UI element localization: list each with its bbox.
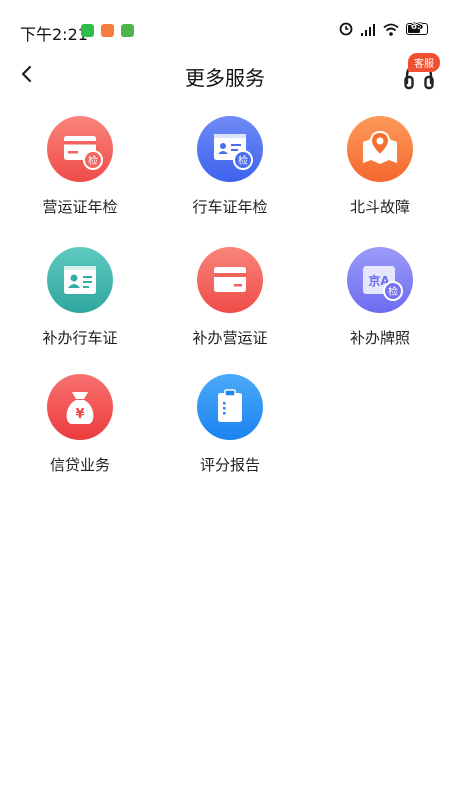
service-icon-bg: [197, 374, 263, 440]
card-icon: [214, 267, 246, 292]
service-label: 营运证年检: [42, 198, 118, 216]
license-plate-icon: 京A 检: [363, 266, 403, 301]
svg-text:检: 检: [388, 285, 398, 298]
header: 更多服务: [0, 50, 450, 100]
battery-level: 65: [410, 22, 424, 32]
service-icon-bg: [347, 116, 413, 182]
wechat-icon: [81, 24, 94, 37]
alarm-clock-icon: [339, 22, 353, 36]
notification-app-icon: [101, 24, 114, 37]
service-reissue-driving-license[interactable]: 补办行车证: [15, 247, 145, 348]
money-bag-icon: ¥: [66, 392, 94, 424]
service-label: 行车证年检: [192, 198, 268, 216]
service-reissue-operating-permit[interactable]: 补办营运证: [165, 247, 295, 348]
service-label: 补办行车证: [42, 329, 118, 347]
service-icon-bg: 京A 检: [347, 247, 413, 313]
page-title: 更多服务: [185, 66, 265, 90]
service-reissue-license-plate[interactable]: 京A 检 补办牌照: [315, 247, 445, 348]
svg-text:¥: ¥: [75, 407, 84, 422]
service-label: 补办营运证: [192, 329, 268, 347]
id-card-icon: [64, 266, 96, 294]
service-credit-business[interactable]: ¥ 信贷业务: [15, 374, 145, 475]
service-icon-bg: [197, 247, 263, 313]
service-annual-inspection-driving-license[interactable]: 检 行车证年检: [165, 116, 295, 217]
service-label: 评分报告: [199, 456, 260, 474]
service-label: 信贷业务: [49, 456, 110, 474]
service-label: 北斗故障: [349, 198, 410, 216]
service-label: 补办牌照: [349, 329, 410, 347]
report-icon: [218, 389, 242, 422]
wifi-icon: [383, 23, 399, 36]
id-card-check-icon: 检: [214, 134, 253, 170]
status-time: 下午2:21: [20, 25, 88, 44]
service-icon-bg: ¥: [47, 374, 113, 440]
service-icon-bg: [47, 247, 113, 313]
service-score-report[interactable]: 评分报告: [165, 374, 295, 475]
service-icon-bg: 检: [197, 116, 263, 182]
customer-service-badge[interactable]: 客服: [408, 53, 440, 72]
service-annual-inspection-operating-permit[interactable]: 检 营运证年检: [15, 116, 145, 217]
card-check-icon: 检: [64, 136, 103, 170]
battery-icon: 65: [406, 22, 428, 35]
svg-text:检: 检: [88, 154, 98, 167]
service-beidou-fault[interactable]: 北斗故障: [315, 116, 445, 217]
signal-icon: [361, 23, 375, 36]
app-notification-icon: [121, 24, 134, 37]
map-pin-icon: [363, 130, 397, 164]
svg-text:检: 检: [238, 154, 248, 167]
service-icon-bg: 检: [47, 116, 113, 182]
